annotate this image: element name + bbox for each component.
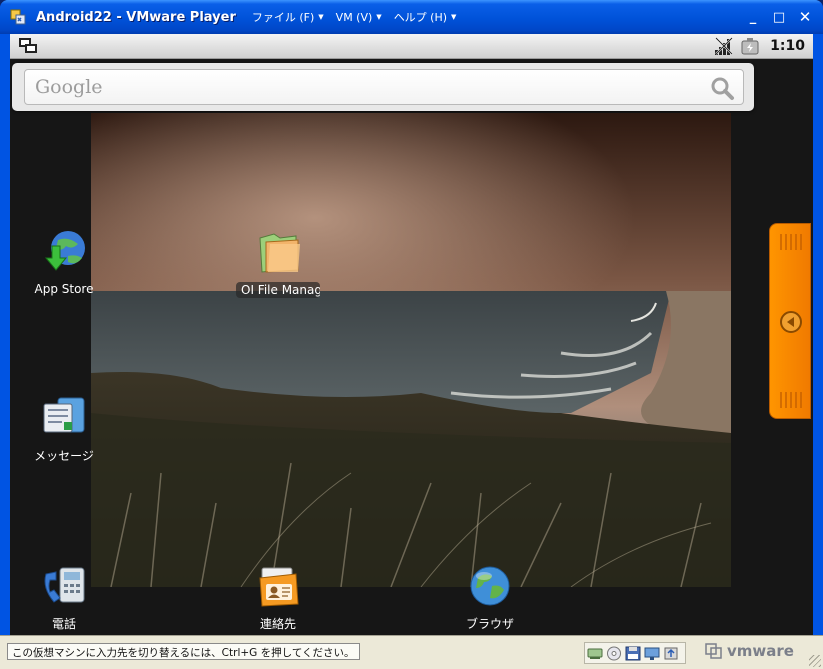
search-input[interactable]: Google xyxy=(24,69,744,105)
device-tray xyxy=(584,642,686,664)
usb-icon[interactable] xyxy=(663,646,679,661)
close-button[interactable]: ✕ xyxy=(795,7,815,27)
usb-debug-icon xyxy=(18,37,38,55)
app-store-shortcut[interactable]: App Store xyxy=(10,226,119,297)
google-brand-text: Google xyxy=(35,76,103,98)
window-title: Android22 - VMware Player xyxy=(36,9,236,25)
app-drawer-handle[interactable] xyxy=(769,223,811,419)
menu-help[interactable]: ヘルプ (H) ▼ xyxy=(394,9,457,25)
vmware-logo-icon xyxy=(705,643,722,659)
cd-icon[interactable] xyxy=(606,646,622,661)
google-search-widget[interactable]: Google xyxy=(12,63,754,111)
magnifier-icon[interactable] xyxy=(709,75,735,101)
vmware-window: Android22 - VMware Player ファイル (F) ▼ VM … xyxy=(0,0,823,669)
menu-help-label: ヘルプ (H) xyxy=(393,11,448,24)
window-controls: _ □ ✕ xyxy=(743,7,815,27)
phone-label: 電話 xyxy=(51,617,76,631)
browser-label: ブラウザ xyxy=(465,617,514,631)
chevron-down-icon: ▼ xyxy=(451,13,457,21)
android-status-bar[interactable]: 1:10 xyxy=(10,34,813,59)
contacts-label: 連絡先 xyxy=(259,617,296,631)
menu-file-label: ファイル (F) xyxy=(251,11,315,24)
status-icons: 1:10 xyxy=(714,36,805,56)
vmware-brand-text: vmware xyxy=(727,642,794,660)
player-status-bar: この仮想マシンに入力先を切り替えるには、Ctrl+G を押してください。 vmw… xyxy=(0,635,823,669)
contacts-icon xyxy=(252,560,304,612)
network-icon[interactable] xyxy=(587,646,603,661)
contacts-shortcut[interactable]: 連絡先 xyxy=(223,560,333,633)
menu-file[interactable]: ファイル (F) ▼ xyxy=(252,9,324,25)
display-icon[interactable] xyxy=(644,646,660,661)
menu-vm-label: VM (V) xyxy=(335,10,373,24)
messages-icon xyxy=(38,392,90,444)
chevron-down-icon: ▼ xyxy=(376,13,382,21)
folder-icon xyxy=(252,228,304,280)
battery-charging-icon xyxy=(741,38,759,55)
status-clock: 1:10 xyxy=(770,38,805,54)
grip-top xyxy=(780,234,804,250)
grip-bottom xyxy=(780,392,804,408)
vmware-app-icon[interactable] xyxy=(10,8,28,26)
messages-shortcut[interactable]: メッセージ xyxy=(10,392,119,465)
title-bar[interactable]: Android22 - VMware Player ファイル (F) ▼ VM … xyxy=(0,0,823,34)
app-store-icon xyxy=(38,226,90,278)
menu-vm[interactable]: VM (V) ▼ xyxy=(336,9,382,25)
android-screen[interactable]: 1:10 Google App Store OI File Manag メッセー… xyxy=(10,34,813,635)
messages-label: メッセージ xyxy=(34,449,94,463)
wallpaper-image xyxy=(91,113,731,587)
no-signal-icon xyxy=(715,37,733,55)
input-grab-hint: この仮想マシンに入力先を切り替えるには、Ctrl+G を押してください。 xyxy=(7,643,360,660)
floppy-icon[interactable] xyxy=(625,646,641,661)
phone-shortcut[interactable]: 電話 xyxy=(10,560,119,633)
oi-file-manager-label: OI File Manag xyxy=(236,282,320,298)
menu-bar: ファイル (F) ▼ VM (V) ▼ ヘルプ (H) ▼ xyxy=(252,9,457,25)
browser-globe-icon xyxy=(464,560,516,612)
vmware-logo: vmware xyxy=(705,642,794,660)
maximize-button[interactable]: □ xyxy=(769,7,789,27)
minimize-button[interactable]: _ xyxy=(743,7,763,27)
phone-icon xyxy=(38,560,90,612)
chevron-down-icon: ▼ xyxy=(318,13,324,21)
left-arrow-icon xyxy=(780,311,802,333)
browser-shortcut[interactable]: ブラウザ xyxy=(435,560,545,633)
resize-grip[interactable] xyxy=(809,655,821,667)
oi-file-manager-shortcut[interactable]: OI File Manag xyxy=(223,228,333,302)
app-store-label: App Store xyxy=(34,282,94,296)
